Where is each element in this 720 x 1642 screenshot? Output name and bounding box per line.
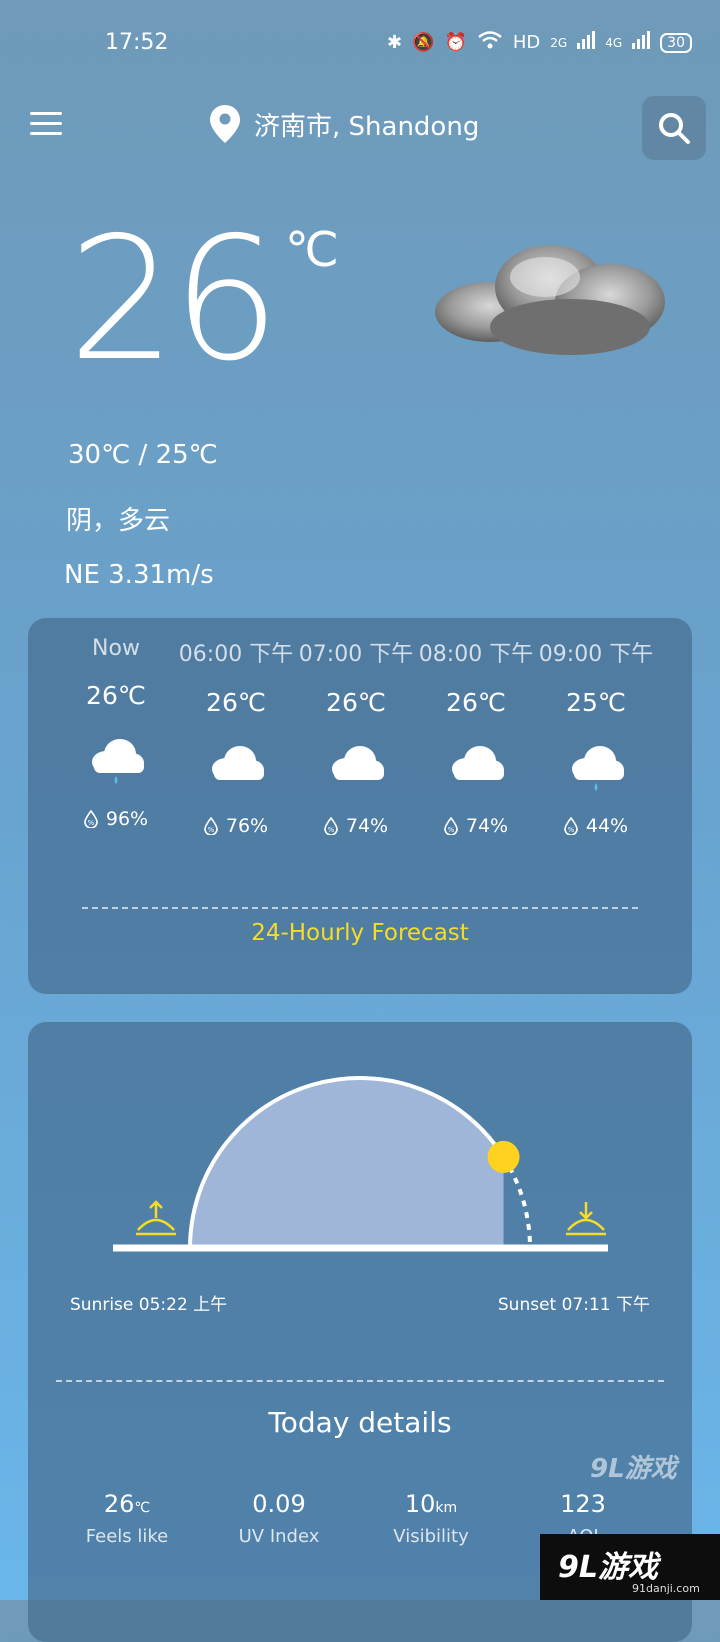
watermark-brand: 9L游戏 (558, 1550, 658, 1585)
weather-condition: 阴，多云 (66, 506, 171, 536)
hour-time: 06:00 下午 (178, 642, 294, 667)
mute-icon: 🔕 (412, 32, 435, 53)
hour-time: 07:00 下午 (298, 642, 414, 667)
watermark-url: 91danji.com (632, 1582, 700, 1595)
svg-text:%: % (208, 826, 215, 834)
hd-label: HD (512, 32, 541, 53)
location-selector[interactable]: 济南市, Shandong (210, 105, 479, 143)
details-title: Today details (268, 1406, 452, 1439)
hour-humidity: % 76% (176, 815, 296, 837)
detail-value: 123 (560, 1490, 606, 1518)
wifi-icon (477, 30, 503, 55)
divider (82, 907, 638, 909)
hour-item: Now 26℃% 96% (56, 636, 176, 830)
signal-bars-icon (577, 31, 596, 54)
hour-time: 09:00 下午 (538, 642, 654, 667)
hour-temperature: 26℃ (446, 688, 506, 717)
battery-icon: 30 (660, 32, 692, 53)
temperature-unit: ℃ (285, 222, 339, 278)
hour-time: Now (92, 636, 140, 661)
alarm-icon: ⏰ (444, 32, 467, 53)
humidity-value: 44% (585, 815, 629, 837)
detail-value: 0.09 (252, 1490, 306, 1518)
detail-label: Visibility (393, 1526, 469, 1547)
hamburger-icon (30, 112, 62, 115)
search-icon (659, 113, 690, 144)
high-low-temperature: 30℃ / 25℃ (68, 440, 218, 470)
detail-item: 0.09 UV Index (204, 1490, 354, 1547)
humidity-icon: % (84, 810, 98, 828)
humidity-icon: % (564, 817, 578, 835)
humidity-value: 96% (105, 808, 149, 830)
svg-text:%: % (328, 826, 335, 834)
signal-2g-icon: 2G (550, 35, 568, 50)
detail-label: Feels like (85, 1526, 169, 1547)
detail-item: 26℃ Feels like (52, 1490, 202, 1547)
hour-temperature: 25℃ (566, 688, 626, 717)
status-icons: ✱ 🔕 ⏰ HD 2G 4G 30 (387, 30, 692, 55)
svg-text:%: % (88, 819, 95, 827)
hourly-forecast-link[interactable]: 24-Hourly Forecast (28, 920, 692, 946)
search-button[interactable] (642, 96, 706, 160)
hour-temperature: 26℃ (86, 681, 146, 710)
cloud-icon (296, 739, 416, 795)
wind-info: NE 3.31m/s (64, 560, 214, 590)
sun-position-marker (487, 1140, 520, 1173)
humidity-icon: % (324, 817, 338, 835)
divider (56, 1380, 664, 1382)
hourly-forecast-card: Now 26℃% 96% 06:00 下午 26℃% 76% 07:00 下午 26℃% 74%… (28, 618, 692, 994)
hour-humidity: % 44% (536, 815, 656, 837)
detail-item: 10km Visibility (356, 1490, 506, 1547)
cloud-icon (176, 739, 296, 795)
hour-time: 08:00 下午 (418, 642, 534, 667)
detail-value: 10km (404, 1490, 458, 1518)
hour-humidity: % 96% (56, 808, 176, 830)
hour-humidity: % 74% (416, 815, 536, 837)
menu-button[interactable] (30, 112, 62, 138)
watermark-logo: 9L游戏 (590, 1454, 677, 1484)
sun-arc-chart (113, 1076, 608, 1252)
detail-value: 26℃ (103, 1490, 151, 1518)
cloud-icon (435, 245, 665, 355)
signal-bars-icon (632, 31, 651, 54)
svg-text:%: % (568, 826, 575, 834)
humidity-value: 76% (225, 815, 269, 837)
daylight-fill (190, 1078, 504, 1248)
sunset-icon (566, 1202, 606, 1236)
hour-temperature: 26℃ (206, 688, 266, 717)
rain-cloud-icon (56, 732, 176, 788)
sunrise-icon (136, 1200, 176, 1236)
location-name: 济南市, Shandong (254, 111, 480, 142)
hour-item: 09:00 下午 25℃% 44% (536, 636, 656, 837)
current-temperature: 26 (68, 201, 280, 399)
sunset-time: Sunset 07:11 下午 (497, 1295, 650, 1315)
hour-item: 08:00 下午 26℃% 74% (416, 636, 536, 837)
humidity-icon: % (204, 817, 218, 835)
status-time: 17:52 (105, 30, 169, 55)
hour-humidity: % 74% (296, 815, 416, 837)
humidity-value: 74% (465, 815, 509, 837)
hour-temperature: 26℃ (326, 688, 386, 717)
cloud-icon (416, 739, 536, 795)
rain-cloud-icon (536, 739, 656, 795)
humidity-value: 74% (345, 815, 389, 837)
humidity-icon: % (444, 817, 458, 835)
hour-item: 06:00 下午 26℃% 76% (176, 636, 296, 837)
svg-text:%: % (448, 826, 455, 834)
sunrise-time: Sunrise 05:22 上午 (70, 1295, 228, 1315)
detail-label: UV Index (238, 1526, 320, 1547)
hour-item: 07:00 下午 26℃% 74% (296, 636, 416, 837)
location-pin-icon (210, 105, 240, 143)
bluetooth-icon: ✱ (386, 32, 403, 53)
signal-4g-icon: 4G (605, 35, 623, 50)
